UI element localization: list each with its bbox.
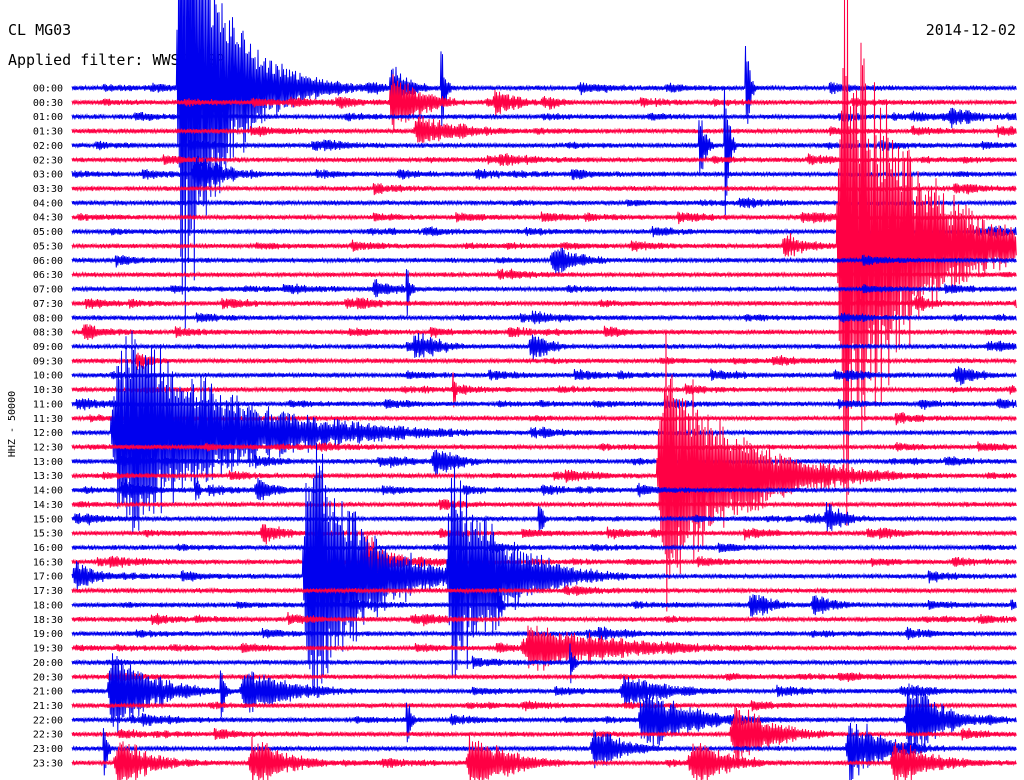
time-label: 11:30 [33,414,63,425]
time-label: 09:00 [33,342,63,353]
time-label: 05:00 [33,227,63,238]
time-label: 21:30 [33,701,63,712]
time-label: 04:00 [33,198,63,209]
time-label: 08:30 [33,328,63,339]
helicorder-plot: 00:00 00:30 01:00 01:30 02:00 02:30 03:00 03:30… [7,0,1017,780]
time-label: 18:30 [33,615,63,626]
time-label: 10:00 [33,371,63,382]
time-label: 00:30 [33,98,63,109]
trace-row [71,499,1017,511]
trace-row [71,671,1017,683]
time-label: 07:00 [33,285,63,296]
time-label: 17:30 [33,586,63,597]
trace-row [71,542,1017,554]
time-label: 05:30 [33,242,63,253]
time-label: 07:30 [33,299,63,310]
time-label: 22:00 [33,715,63,726]
trace-row [71,703,1017,769]
time-label-group: 00:00 00:30 01:00 01:30 02:00 02:30 03:00 03:30… [33,84,63,770]
time-label: 13:30 [33,471,63,482]
time-label: 02:00 [33,141,63,152]
time-label: 03:00 [33,170,63,181]
time-label: 11:00 [33,399,63,410]
time-label: 23:00 [33,744,63,755]
time-label: 14:00 [33,486,63,497]
time-label: 06:00 [33,256,63,267]
time-label: 04:30 [33,213,63,224]
time-label: 01:30 [33,127,63,138]
time-label: 06:30 [33,270,63,281]
time-label: 16:00 [33,543,63,554]
trace-row [71,722,1017,780]
time-label: 23:30 [33,758,63,769]
time-label: 15:30 [33,529,63,540]
trace-row [71,366,1017,386]
time-label: 18:00 [33,601,63,612]
time-label: 22:30 [33,730,63,741]
time-label: 03:30 [33,184,63,195]
time-label: 21:00 [33,687,63,698]
y-axis-label: HHZ - 50000 [7,391,18,457]
time-label: 08:00 [33,313,63,324]
time-label: 00:00 [33,84,63,95]
trace-group [71,0,1017,780]
time-label: 17:00 [33,572,63,583]
time-label: 13:00 [33,457,63,468]
time-label: 01:00 [33,112,63,123]
time-label: 10:30 [33,385,63,396]
time-label: 12:00 [33,428,63,439]
time-label: 20:00 [33,658,63,669]
time-label: 19:00 [33,629,63,640]
time-label: 12:30 [33,443,63,454]
time-label: 02:30 [33,155,63,166]
time-label: 20:30 [33,672,63,683]
trace-row [71,611,1017,627]
trace-row [71,477,1017,501]
trace-row [71,700,1017,712]
time-label: 15:00 [33,514,63,525]
time-label: 16:30 [33,557,63,568]
time-label: 09:30 [33,356,63,367]
time-label: 14:30 [33,500,63,511]
time-label: 19:30 [33,644,63,655]
